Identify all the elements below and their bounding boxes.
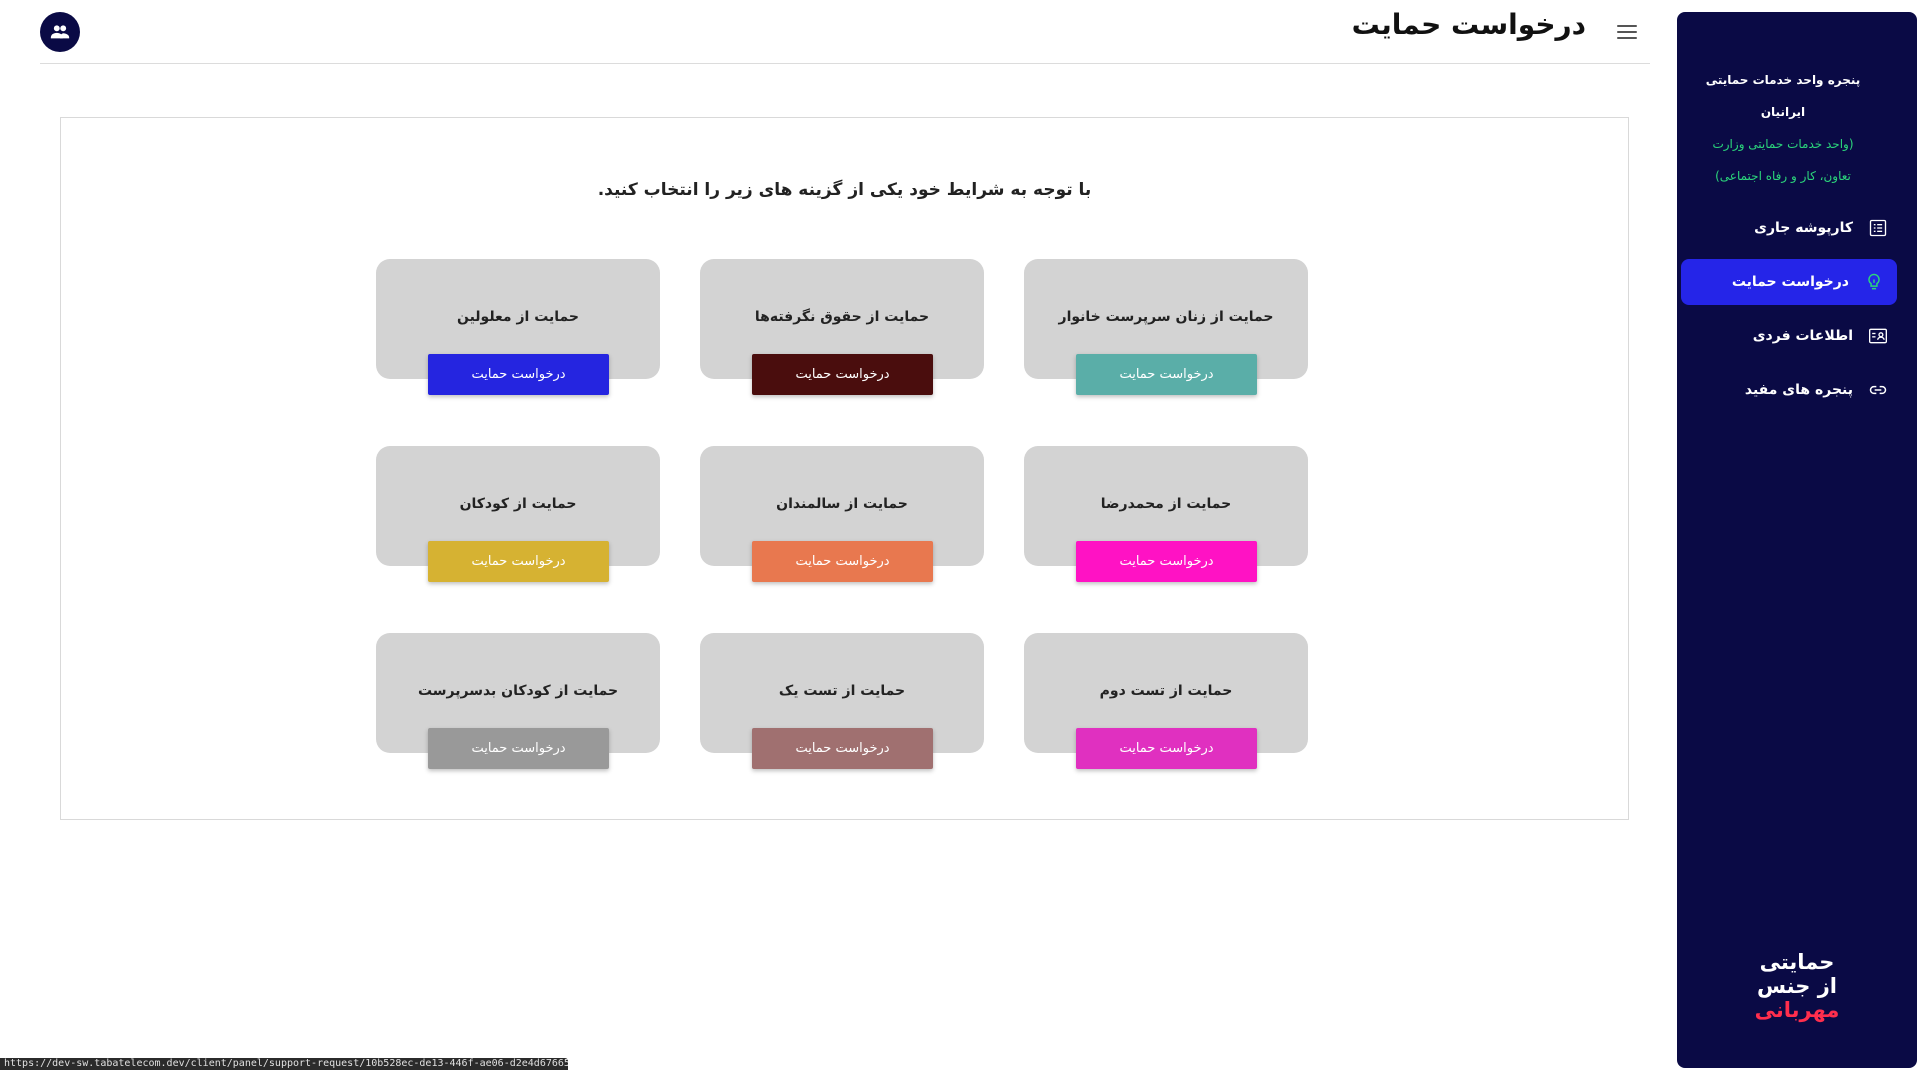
sidebar-title: پنجره واحد خدمات حمایتی ایرانیان: [1705, 73, 1861, 119]
support-card-title: حمایت از کودکان بدسرپرست: [417, 683, 619, 699]
support-card: حمایت از زنان سرپرست خانوار درخواست حمای…: [1024, 259, 1308, 395]
id-card-icon: [1867, 325, 1889, 347]
top-header: درخواست حمایت: [40, 0, 1650, 64]
link-icon: [1867, 379, 1889, 401]
list-icon: [1867, 217, 1889, 239]
support-options-grid: حمایت از زنان سرپرست خانوار درخواست حمای…: [376, 259, 1308, 769]
sidebar-subtitle-line2: تعاون، کار و رفاه اجتماعی): [1715, 169, 1851, 183]
instruction-text: با توجه به شرایط خود یکی از گزینه های زی…: [597, 180, 1092, 200]
support-card: حمایت از کودکان درخواست حمایت: [376, 446, 660, 582]
support-card-title: حمایت از تست دوم: [1099, 683, 1233, 699]
sidebar-header: پنجره واحد خدمات حمایتی ایرانیان (واحد خ…: [1683, 64, 1883, 192]
support-card-title: حمایت از محمدرضا: [1100, 496, 1232, 512]
lightbulb-icon: [1863, 271, 1885, 293]
request-support-button[interactable]: درخواست حمایت: [1076, 728, 1257, 769]
sidebar-item-current-folder[interactable]: کارپوشه جاری: [1689, 205, 1901, 251]
hamburger-menu-icon[interactable]: [1616, 22, 1638, 42]
page-title: درخواست حمایت: [1351, 8, 1586, 41]
support-card: حمایت از محمدرضا درخواست حمایت: [1024, 446, 1308, 582]
sidebar-item-useful-windows[interactable]: پنجره های مفید: [1689, 367, 1901, 413]
sidebar-item-label: پنجره های مفید: [1744, 382, 1853, 398]
support-card-title: حمایت از کودکان: [459, 496, 577, 512]
request-support-button[interactable]: درخواست حمایت: [1076, 354, 1257, 395]
request-support-button[interactable]: درخواست حمایت: [752, 728, 933, 769]
logo-line-1: حمایتی: [1759, 950, 1835, 974]
sidebar-subtitle-line1: (واحد خدمات حمایتی وزارت: [1712, 137, 1854, 151]
support-card-title: حمایت از زنان سرپرست خانوار: [1058, 309, 1274, 325]
logo-line-2: از جنس: [1757, 974, 1837, 998]
support-card-title: حمایت از سالمندان: [776, 496, 908, 512]
sidebar: پنجره واحد خدمات حمایتی ایرانیان (واحد خ…: [1677, 12, 1917, 1068]
sidebar-item-label: درخواست حمایت: [1731, 274, 1849, 290]
support-card-title: حمایت از تست یک: [778, 683, 906, 699]
request-support-button[interactable]: درخواست حمایت: [752, 354, 933, 395]
support-options-panel: با توجه به شرایط خود یکی از گزینه های زی…: [60, 117, 1629, 820]
support-card: حمایت از تست دوم درخواست حمایت: [1024, 633, 1308, 769]
request-support-button[interactable]: درخواست حمایت: [752, 541, 933, 582]
support-card-title: حمایت از معلولین: [456, 309, 580, 325]
support-card-title: حمایت از حقوق نگرفته‌ها: [754, 309, 930, 325]
sidebar-item-personal-info[interactable]: اطلاعات فردی: [1689, 313, 1901, 359]
users-icon: [50, 25, 70, 39]
browser-status-url: https://dev-sw.tabatelecom.dev/client/pa…: [0, 1058, 568, 1070]
user-group-avatar-button[interactable]: [40, 12, 80, 52]
brand-logo: حمایتی از جنس مهربانی: [1677, 950, 1917, 1022]
logo-line-3: مهربانی: [1754, 998, 1840, 1022]
sidebar-item-label: کارپوشه جاری: [1754, 220, 1853, 236]
support-card: حمایت از تست یک درخواست حمایت: [700, 633, 984, 769]
support-card: حمایت از سالمندان درخواست حمایت: [700, 446, 984, 582]
request-support-button[interactable]: درخواست حمایت: [428, 728, 609, 769]
support-card: حمایت از معلولین درخواست حمایت: [376, 259, 660, 395]
support-card: حمایت از حقوق نگرفته‌ها درخواست حمایت: [700, 259, 984, 395]
request-support-button[interactable]: درخواست حمایت: [428, 354, 609, 395]
sidebar-nav: کارپوشه جاری درخواست حمایت اطلاعات فردی …: [1677, 205, 1917, 421]
request-support-button[interactable]: درخواست حمایت: [1076, 541, 1257, 582]
request-support-button[interactable]: درخواست حمایت: [428, 541, 609, 582]
sidebar-item-label: اطلاعات فردی: [1752, 328, 1853, 344]
support-card: حمایت از کودکان بدسرپرست درخواست حمایت: [376, 633, 660, 769]
sidebar-item-support-request[interactable]: درخواست حمایت: [1681, 259, 1897, 305]
